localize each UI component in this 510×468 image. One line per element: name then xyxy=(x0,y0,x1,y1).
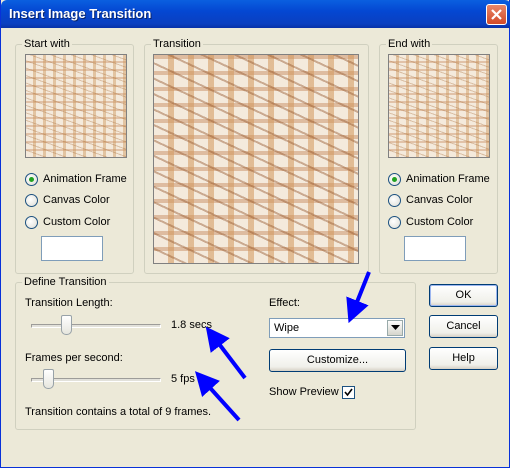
transition-length-value: 1.8 secs xyxy=(171,319,212,331)
start-option-animation-frame[interactable]: Animation Frame xyxy=(25,171,127,187)
end-option-canvas-color[interactable]: Canvas Color xyxy=(388,192,473,208)
option-label: Animation Frame xyxy=(43,173,127,185)
close-button[interactable] xyxy=(486,4,507,25)
transition-length-label: Transition Length: xyxy=(25,297,113,309)
frames-per-second-label: Frames per second: xyxy=(25,352,123,364)
show-preview-label: Show Preview xyxy=(269,386,339,398)
option-label: Custom Color xyxy=(43,216,111,228)
end-option-animation-frame[interactable]: Animation Frame xyxy=(388,171,490,187)
dropdown-arrow-button[interactable] xyxy=(387,320,403,336)
transition-length-slider-thumb[interactable] xyxy=(60,315,72,335)
radio-icon xyxy=(25,193,38,207)
option-label: Animation Frame xyxy=(406,173,490,185)
effect-value: Wipe xyxy=(274,322,300,334)
end-frame-preview xyxy=(388,54,490,158)
end-with-legend: End with xyxy=(388,38,431,50)
ok-button[interactable]: OK xyxy=(429,284,498,307)
show-preview-checkbox[interactable] xyxy=(342,386,355,399)
radio-icon xyxy=(388,193,401,207)
close-icon xyxy=(491,9,502,20)
frames-count-note: Transition contains a total of 9 frames. xyxy=(25,406,212,418)
transition-length-track[interactable] xyxy=(31,324,161,328)
option-label: Canvas Color xyxy=(43,194,110,206)
transition-preview xyxy=(153,54,359,264)
radio-icon xyxy=(25,215,38,229)
customize-button[interactable]: Customize... xyxy=(269,349,406,372)
radio-icon xyxy=(25,172,38,186)
radio-icon xyxy=(388,172,401,186)
start-option-canvas-color[interactable]: Canvas Color xyxy=(25,192,110,208)
transition-legend: Transition xyxy=(153,38,201,50)
fps-value: 5 fps xyxy=(171,373,195,385)
radio-icon xyxy=(388,215,401,229)
option-label: Canvas Color xyxy=(406,194,473,206)
start-with-legend: Start with xyxy=(24,38,70,50)
checkmark-icon xyxy=(344,388,353,397)
define-transition-legend: Define Transition xyxy=(24,276,107,288)
help-button[interactable]: Help xyxy=(429,347,498,370)
start-option-custom-color[interactable]: Custom Color xyxy=(25,214,110,230)
end-custom-color-swatch[interactable] xyxy=(404,236,466,261)
end-option-custom-color[interactable]: Custom Color xyxy=(388,214,473,230)
title-bar[interactable]: Insert Image Transition xyxy=(1,0,510,28)
effect-label: Effect: xyxy=(269,297,300,309)
option-label: Custom Color xyxy=(406,216,474,228)
window-title: Insert Image Transition xyxy=(9,6,152,21)
chevron-down-icon xyxy=(391,325,400,330)
cancel-button[interactable]: Cancel xyxy=(429,315,498,338)
effect-select[interactable]: Wipe xyxy=(269,318,405,338)
insert-image-transition-dialog: Insert Image Transition Start with Anima… xyxy=(0,0,510,468)
start-frame-preview xyxy=(25,54,127,158)
start-custom-color-swatch[interactable] xyxy=(41,236,103,261)
fps-slider-thumb[interactable] xyxy=(42,369,54,389)
